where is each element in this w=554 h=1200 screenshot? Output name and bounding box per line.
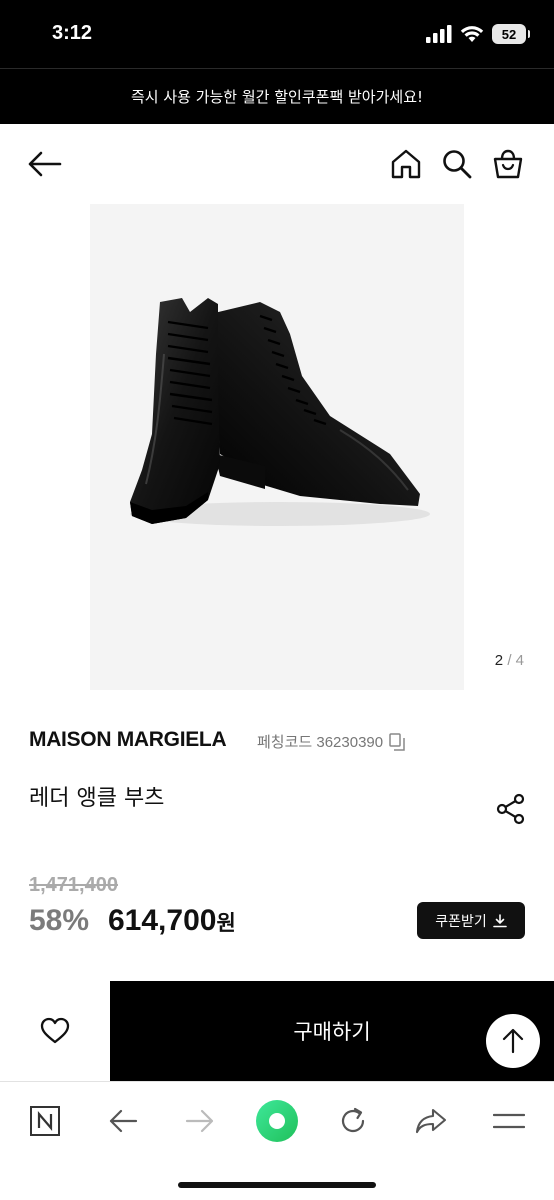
naver-icon (30, 1106, 60, 1136)
share-button[interactable] (494, 792, 528, 826)
arrow-up-icon (502, 1028, 524, 1054)
home-button[interactable] (388, 146, 424, 182)
wishlist-button[interactable] (0, 981, 110, 1081)
heart-icon (40, 1017, 70, 1044)
original-price: 1,471,400 (29, 874, 118, 896)
signal-icon (426, 25, 452, 43)
back-icon (109, 1109, 138, 1133)
copy-icon (389, 732, 405, 751)
buy-button-label: 구매하기 (293, 1020, 371, 1044)
fetching-code[interactable]: 페칭코드 36230390 (257, 731, 405, 752)
share-arrow-icon (415, 1108, 447, 1134)
browser-back-button[interactable] (100, 1098, 146, 1144)
battery-icon: 52 (492, 24, 530, 44)
menu-icon (493, 1113, 525, 1129)
wifi-icon (460, 26, 484, 42)
browser-share-button[interactable] (408, 1098, 454, 1144)
fetching-code-text: 페칭코드 36230390 (257, 734, 384, 751)
browser-menu-button[interactable] (486, 1098, 532, 1144)
forward-icon (185, 1109, 214, 1133)
gallery-separator: / (507, 652, 512, 669)
home-indicator (178, 1182, 376, 1188)
promo-banner-text: 즉시 사용 가능한 월간 할인쿠폰팩 받아가세요! (130, 88, 424, 106)
header (0, 124, 554, 204)
brand-name[interactable]: MAISON MARGIELA (29, 728, 227, 752)
scroll-top-button[interactable] (486, 1014, 540, 1068)
promo-banner[interactable]: 즉시 사용 가능한 월간 할인쿠폰팩 받아가세요! (0, 68, 554, 124)
coupon-button[interactable]: 쿠폰받기 (417, 902, 525, 939)
green-dot-icon (256, 1100, 298, 1142)
refresh-button[interactable] (330, 1098, 376, 1144)
cart-button[interactable] (490, 146, 526, 182)
refresh-icon (341, 1107, 365, 1133)
browser-forward-button[interactable] (177, 1098, 223, 1144)
coupon-button-label: 쿠폰받기 (435, 913, 487, 930)
gallery-current: 2 (494, 652, 504, 669)
share-icon (496, 793, 525, 825)
green-dot-button[interactable] (254, 1098, 300, 1144)
search-button[interactable] (439, 146, 475, 182)
status-time: 3:12 (52, 22, 93, 44)
gallery-page-indicator: 2 / 4 (495, 652, 524, 669)
final-price: 614,700원 (108, 904, 236, 938)
shopping-bag-icon (493, 149, 523, 179)
final-price-value: 614,700 (108, 904, 217, 937)
arrow-left-icon (28, 151, 62, 177)
naver-button[interactable] (22, 1098, 68, 1144)
search-icon (443, 150, 472, 179)
download-icon (492, 913, 507, 927)
currency-label: 원 (216, 912, 236, 935)
boots-photo (130, 298, 430, 526)
product-image[interactable] (90, 204, 464, 690)
status-icons: 52 (426, 24, 530, 44)
purchase-bar: 구매하기 (0, 981, 554, 1081)
battery-level: 52 (501, 26, 517, 42)
home-icon (391, 149, 421, 179)
discount-rate: 58% (29, 904, 90, 937)
gallery-total: 4 (515, 652, 524, 669)
status-bar: 3:12 52 (0, 0, 554, 68)
product-name: 레더 앵클 부츠 (29, 786, 165, 811)
back-button[interactable] (26, 146, 62, 182)
